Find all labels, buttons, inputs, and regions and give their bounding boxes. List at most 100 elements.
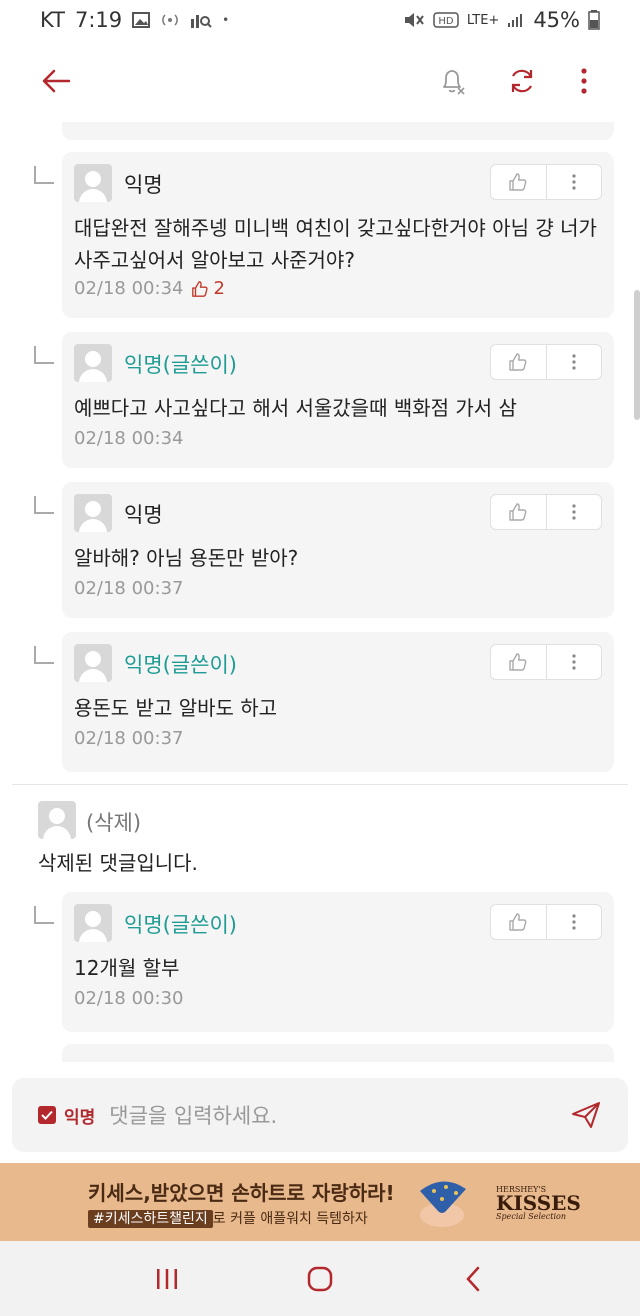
author-name: 익명(글쓴이) [124,913,237,937]
like-count-value: 2 [213,278,225,299]
scrollbar[interactable] [634,290,640,420]
more-vertical-icon [572,654,576,670]
avatar [74,904,112,942]
signal-icon [507,12,525,28]
comment-time: 02/18 00:37 [74,728,184,749]
anonymous-label[interactable]: 익명 [64,1103,95,1128]
deleted-comment-text: 삭제된 댓글입니다. [38,851,198,875]
comment-actions [490,904,602,940]
ad-subline-text: 로 커플 애플워치 득템하자 [212,1211,368,1227]
thumbs-up-icon [509,173,527,191]
app-bar [0,40,640,122]
thumbs-up-icon [509,913,527,931]
reply-arrow-icon [34,906,54,924]
author-name: 익명(글쓴이) [124,653,237,677]
avatar [74,344,112,382]
battery-percent: 45% [533,8,580,32]
recent-apps-button[interactable] [137,1249,197,1309]
hd-icon: HD [433,11,459,29]
carrier-label: KT [40,8,65,32]
refresh-icon [511,69,533,93]
broadcast-icon [160,12,180,28]
comment-actions [490,494,602,530]
comment-actions [490,164,602,200]
reply-arrow-icon [34,166,54,184]
commenter-name: 익명 [124,173,163,197]
more-vertical-icon [572,504,576,520]
comment-text: 용돈도 받고 알바도 하고 [74,696,278,720]
thumbs-up-icon [192,280,209,297]
more-vertical-icon [581,68,587,94]
thumbs-up-icon [509,353,527,371]
comment-time: 02/18 00:30 [74,988,184,1009]
send-icon [572,1102,600,1128]
comment-menu-button[interactable] [545,165,602,199]
ad-banner[interactable]: 키세스,받았으면 손하트로 자랑하라! #키세스하트챌린지 로 커플 애플워치 득… [0,1163,640,1241]
send-button[interactable] [566,1095,606,1135]
avatar [74,494,112,532]
comment-time: 02/18 00:34 [74,278,184,299]
comment-text: 12개월 할부 [74,956,180,980]
like-button[interactable] [491,495,546,529]
ad-headline: 키세스,받았으면 손하트로 자랑하라! [88,1181,395,1205]
reply-comment-card: 익명(글쓴이) 예쁘다고 사고싶다고 해서 서울갔을때 백화점 가서 삼 02/… [62,332,614,468]
status-bar: KT 7:19 • HD LTE+ 45% [0,0,640,40]
notification-toggle-button[interactable] [424,53,480,109]
deleted-comment-name: (삭제) [86,811,142,835]
like-count: 2 [191,278,225,299]
reply-comment-card: 익명(글쓴이) 12개월 할부 02/18 00:30 [62,892,614,1032]
previous-comment-card [62,122,614,140]
avatar [38,801,76,839]
like-button[interactable] [491,905,546,939]
thumbs-up-icon [509,653,527,671]
comment-menu-button[interactable] [545,345,602,379]
comment-menu-button[interactable] [545,905,602,939]
comment-actions [490,344,602,380]
comment-text: 알바해? 아님 용돈만 받아? [74,546,299,570]
like-button[interactable] [491,165,546,199]
battery-icon [588,10,600,30]
anonymous-checkbox[interactable] [38,1106,56,1124]
back-nav-button[interactable] [443,1249,503,1309]
reply-arrow-icon [34,346,54,364]
comment-input[interactable]: 댓글을 입력하세요. [109,1100,566,1130]
comment-menu-button[interactable] [545,495,602,529]
thumbs-up-icon [509,503,527,521]
comment-menu-button[interactable] [545,645,602,679]
more-vertical-icon [572,174,576,190]
comment-meta: 02/18 00:30 [74,988,183,1009]
author-name: 익명(글쓴이) [124,353,237,377]
reply-arrow-icon [34,646,54,664]
comment-time: 02/18 00:34 [74,428,184,449]
ad-brand-logo: HERSHEY'S KISSES Special Selection [496,1185,581,1221]
clock: 7:19 [74,8,123,32]
comment-feed[interactable]: 익명 대답완전 잘해주넹 미니백 여친이 갖고싶다한거야 아님 걍 너가 사주고… [0,122,640,1062]
ad-subline: #키세스하트챌린지 로 커플 애플워치 득템하자 [88,1208,368,1228]
chart-search-icon [190,11,212,29]
network-label: LTE+ [466,12,500,28]
like-button[interactable] [491,345,546,379]
more-vertical-icon [572,914,576,930]
like-button[interactable] [491,645,546,679]
svg-text:HD: HD [438,16,454,27]
comment-meta: 02/18 00:34 [74,428,183,449]
comment-meta: 02/18 00:34 2 [74,278,225,299]
more-options-button[interactable] [556,53,612,109]
ad-hashtag: #키세스하트챌린지 [88,1210,213,1228]
refresh-button[interactable] [494,53,550,109]
home-button[interactable] [290,1249,350,1309]
arrow-left-icon [42,69,71,93]
reply-comment-card [62,1044,614,1062]
reply-comment-card: 익명(글쓴이) 용돈도 받고 알바도 하고 02/18 00:37 [62,632,614,772]
more-vertical-icon [572,354,576,370]
mute-icon [403,10,425,30]
deleted-comment: (삭제) 삭제된 댓글입니다. [0,785,640,885]
recent-apps-icon [156,1268,177,1289]
commenter-name: 익명 [124,503,163,527]
comment-input-bar: 익명 댓글을 입력하세요. [12,1078,628,1152]
avatar [74,644,112,682]
home-icon [307,1266,333,1291]
comment-meta: 02/18 00:37 [74,728,183,749]
back-button[interactable] [28,53,84,109]
comment-text: 예쁘다고 사고싶다고 해서 서울갔을때 백화점 가서 삼 [74,396,517,420]
